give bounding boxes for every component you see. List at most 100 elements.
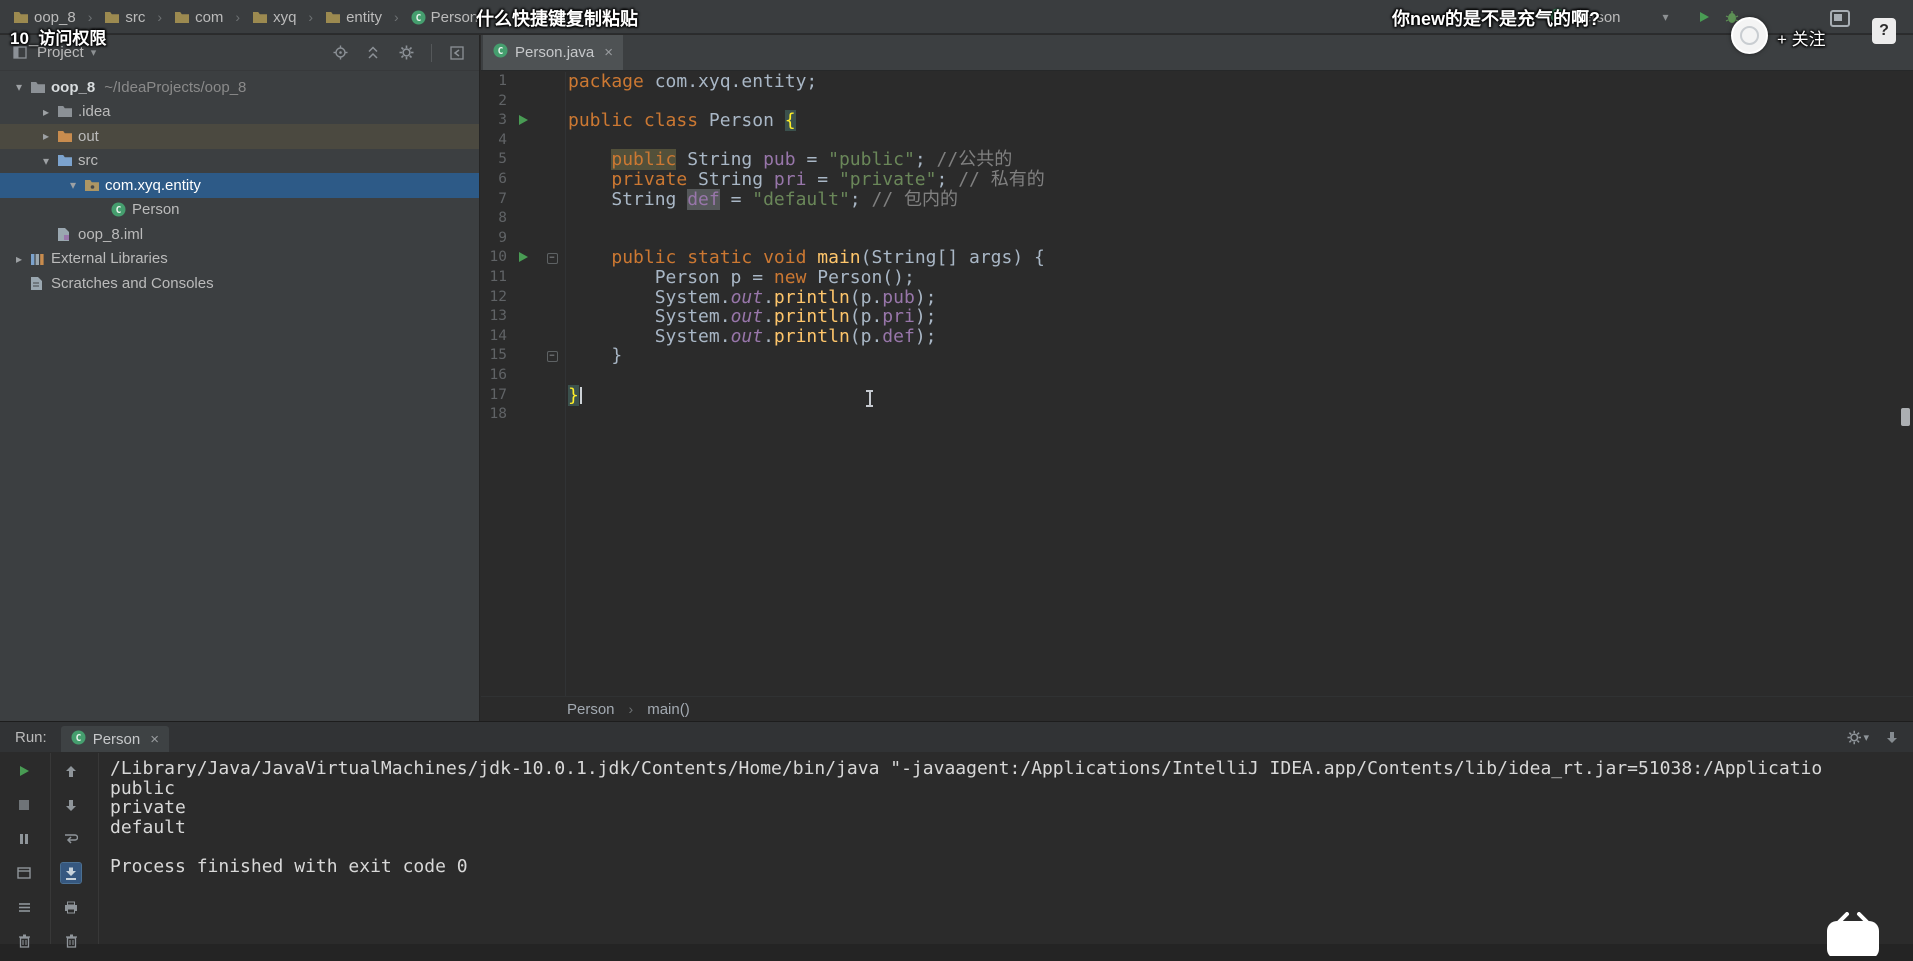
breadcrumb-item[interactable]: src xyxy=(101,7,148,28)
code-text: package com.xyq.entity; xyxy=(568,72,818,92)
console-line: public xyxy=(110,777,176,799)
tree-expand-arrow-icon[interactable]: ▸ xyxy=(35,129,57,143)
code-line[interactable]: 7 String def = "default"; // 包内的 xyxy=(481,188,1899,210)
breadcrumb-item[interactable]: entity xyxy=(322,7,385,28)
tree-expand-arrow-icon[interactable]: ▸ xyxy=(35,105,57,119)
console-output[interactable]: /Library/Java/JavaVirtualMachines/jdk-10… xyxy=(110,759,1913,944)
tree-item[interactable]: C Person xyxy=(0,198,479,223)
help-button[interactable]: ? xyxy=(1872,18,1896,44)
tree-item[interactable]: ▸ out xyxy=(0,124,479,149)
breadcrumb-method[interactable]: main() xyxy=(647,701,690,718)
run-tab-person[interactable]: C Person × xyxy=(60,726,169,752)
frame-icon[interactable] xyxy=(14,863,34,883)
pause-output-icon[interactable] xyxy=(14,829,34,849)
code-line[interactable]: 12 System.out.println(p.pub); xyxy=(481,287,1899,308)
run-line-icon[interactable] xyxy=(517,248,529,268)
clear-icon[interactable] xyxy=(61,931,81,951)
code-line[interactable]: 8 xyxy=(481,209,1899,229)
scroll-end-icon[interactable] xyxy=(60,862,82,884)
breadcrumb-item[interactable]: xyq xyxy=(249,7,299,28)
uploader-avatar[interactable] xyxy=(1731,17,1768,54)
project-tree: ▾ oop_8 ~/IdeaProjects/oop_8 ▸ .idea ▸ out ▾ src… xyxy=(0,71,479,296)
breadcrumb-item[interactable]: C Person xyxy=(408,7,482,28)
line-number: 8 xyxy=(498,210,507,227)
follow-button[interactable]: + 关注 xyxy=(1777,25,1826,50)
code-line[interactable]: 4 xyxy=(481,131,1899,151)
run-button[interactable] xyxy=(1694,7,1714,27)
fold-icon[interactable]: − xyxy=(546,252,558,264)
settings-list-icon[interactable] xyxy=(14,897,34,917)
line-number: 18 xyxy=(489,406,507,423)
class-icon: C xyxy=(411,10,426,25)
scrollbar-thumb[interactable] xyxy=(1901,408,1910,426)
project-panel: Project ▾ ▾ oop_8 ~/IdeaProjects/oop_8 ▸ .id… xyxy=(0,35,480,721)
line-number: 1 xyxy=(498,73,507,89)
code-line[interactable]: 13 System.out.println(p.pri); xyxy=(481,307,1899,327)
player-mode-icon[interactable] xyxy=(1830,10,1850,27)
code-text: String def = "default"; // 包内的 xyxy=(568,188,958,210)
breadcrumb-separator: › xyxy=(393,9,399,25)
settings-gear-icon[interactable]: ▾ xyxy=(1847,726,1869,748)
fold-icon[interactable]: − xyxy=(546,350,558,362)
tree-item[interactable]: ▸ External Libraries xyxy=(0,247,479,272)
code-editor[interactable]: 1 package com.xyq.entity; 2 3 public class P… xyxy=(481,72,1899,696)
editor-tab-person-java[interactable]: C Person.java × xyxy=(483,35,623,70)
navigation-bar: oop_8 › src › com › xyq › entity › C Per… xyxy=(0,0,1913,34)
bilibili-tv-logo xyxy=(1824,912,1882,961)
tree-item[interactable]: Scratches and Consoles xyxy=(0,271,479,296)
code-line[interactable]: 14 System.out.println(p.def); xyxy=(481,326,1899,347)
tree-expand-arrow-icon[interactable]: ▾ xyxy=(35,154,57,168)
code-line[interactable]: 9 xyxy=(481,229,1899,249)
breadcrumb-separator: › xyxy=(235,9,241,25)
breadcrumb-item[interactable]: com xyxy=(171,7,226,28)
print-icon[interactable] xyxy=(61,897,81,917)
hide-panel-icon[interactable] xyxy=(1881,726,1903,748)
run-line-icon[interactable] xyxy=(517,111,529,131)
trash-icon[interactable] xyxy=(14,931,34,951)
tree-expand-arrow-icon[interactable]: ▸ xyxy=(8,252,30,266)
code-line[interactable]: 11 Person p = new Person(); xyxy=(481,268,1899,288)
chevron-down-icon: ▾ xyxy=(1662,10,1669,24)
toolbar-divider xyxy=(50,753,51,944)
editor-scrollbar[interactable] xyxy=(1900,72,1912,696)
settings-gear-icon[interactable] xyxy=(396,43,416,63)
tree-item[interactable]: ▾ oop_8 ~/IdeaProjects/oop_8 xyxy=(0,75,479,100)
locate-icon[interactable] xyxy=(330,43,350,63)
tree-item[interactable]: ▸ .idea xyxy=(0,100,479,125)
text-caret xyxy=(579,387,582,404)
tree-item[interactable]: ▾ com.xyq.entity xyxy=(0,173,479,198)
line-number: 4 xyxy=(498,131,507,148)
console-line: default xyxy=(110,816,186,838)
collapse-all-icon[interactable] xyxy=(363,43,383,63)
breadcrumb-class[interactable]: Person xyxy=(567,701,615,718)
line-number: 12 xyxy=(489,288,507,305)
hide-panel-icon[interactable] xyxy=(447,43,467,63)
tree-item[interactable]: oop_8.iml xyxy=(0,222,479,247)
stop-icon[interactable] xyxy=(14,795,34,815)
code-line[interactable]: 3 public class Person { xyxy=(481,110,1899,132)
code-line[interactable]: 6 private String pri = "private"; // 私有的 xyxy=(481,170,1899,190)
arrow-up-icon[interactable] xyxy=(61,761,81,781)
code-line[interactable]: 16 xyxy=(481,366,1899,386)
code-line[interactable]: 2 xyxy=(481,92,1899,112)
arrow-down-icon[interactable] xyxy=(61,795,81,815)
code-text: public String pub = "public"; //公共的 xyxy=(611,149,1013,171)
code-line[interactable]: 5 public String pub = "public"; //公共的 xyxy=(481,149,1899,171)
code-line[interactable]: 10 − public static void main(String[] arg… xyxy=(481,248,1899,268)
folder-icon xyxy=(104,11,120,24)
close-icon[interactable]: × xyxy=(604,44,613,61)
rerun-icon[interactable] xyxy=(14,761,34,781)
folder-icon xyxy=(13,11,29,24)
tree-expand-arrow-icon[interactable]: ▾ xyxy=(8,80,30,94)
editor-tab-bar: C Person.java × xyxy=(481,35,1913,71)
gutter-separator xyxy=(565,72,566,696)
tree-expand-arrow-icon[interactable]: ▾ xyxy=(62,178,84,192)
line-number: 7 xyxy=(498,190,507,207)
code-line[interactable]: 1 package com.xyq.entity; xyxy=(481,72,1899,92)
code-line[interactable]: 17} xyxy=(481,384,1899,406)
code-line[interactable]: 15 − } xyxy=(481,346,1899,366)
softwrap-icon[interactable] xyxy=(61,829,81,849)
close-icon[interactable]: × xyxy=(150,731,159,748)
code-line[interactable]: 18 xyxy=(481,405,1899,425)
tree-item[interactable]: ▾ src xyxy=(0,149,479,174)
